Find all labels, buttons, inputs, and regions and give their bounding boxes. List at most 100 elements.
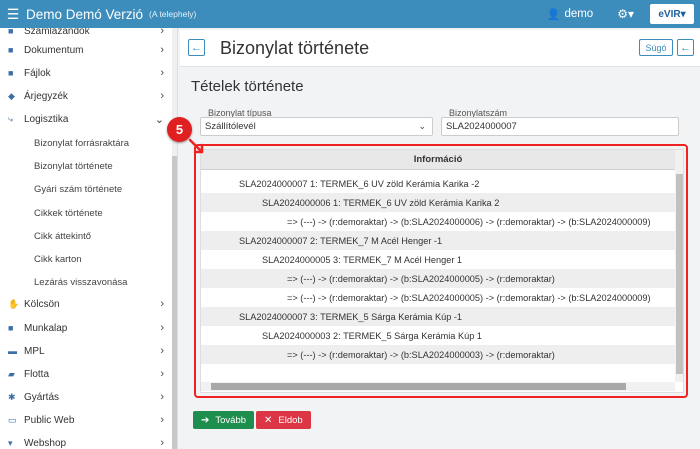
chevron-right-icon: ›: [160, 90, 164, 102]
sidebar-item-label: Dokumentum: [24, 44, 84, 56]
section-title: Tételek története: [191, 78, 304, 95]
table-vertical-scrollbar-thumb[interactable]: [676, 174, 683, 374]
sidebar-subitem-gyari-szam-tortenete[interactable]: Gyári szám története: [34, 184, 122, 195]
app-subtitle: (A telephely): [149, 9, 197, 19]
table-header-info: Információ: [201, 150, 675, 170]
chevron-right-icon: ›: [160, 322, 164, 334]
user-name[interactable]: demo: [564, 8, 593, 20]
table-horizontal-scrollbar-thumb[interactable]: [211, 383, 626, 390]
sidebar-scrollbar-thumb[interactable]: [172, 156, 177, 449]
next-button-label: Tovább: [215, 414, 247, 426]
file-icon: ■: [8, 45, 14, 55]
sidebar-item-label: Gyártás: [24, 391, 60, 403]
sidebar-subitem-cikkek-tortenete[interactable]: Cikkek története: [34, 208, 103, 219]
sidebar-item-flotta[interactable]: ▰ Flotta ›: [0, 363, 170, 385]
sidebar-item-gyartas[interactable]: ✱ Gyártás ›: [0, 386, 170, 408]
sidebar-item-label: Árjegyzék: [24, 90, 68, 102]
chevron-down-icon: ⌄: [418, 121, 426, 131]
file-icon: ■: [8, 323, 14, 333]
sidebar-item-label: MPL: [24, 345, 45, 357]
route-icon: ⤷: [8, 113, 14, 124]
car-icon: ▰: [8, 368, 15, 379]
user-icon[interactable]: 👤: [547, 8, 561, 21]
table-row: => (---) -> (r:demoraktar) -> (b:SLA2024…: [287, 292, 651, 303]
table-row: => (---) -> (r:demoraktar) -> (b:SLA2024…: [201, 269, 675, 288]
sidebar-subitem-bizonylat-forrasraktara[interactable]: Bizonylat forrásraktára: [34, 138, 129, 149]
doc-number-field[interactable]: SLA2024000007: [441, 117, 679, 136]
sidebar-item-label: Logisztika: [24, 113, 69, 125]
settings-gear-icon[interactable]: ⚙▾: [617, 7, 634, 21]
sidebar-item-arjegyzek[interactable]: ◆ Árjegyzék ›: [0, 85, 170, 107]
truck-icon: ▬: [8, 346, 17, 356]
chevron-right-icon: ›: [160, 391, 164, 403]
arrow-left-icon: ←: [191, 41, 202, 54]
sidebar-subitem-bizonylat-tortenete[interactable]: Bizonylat története: [34, 161, 113, 172]
chevron-right-icon: ›: [160, 368, 164, 380]
chevron-down-icon: ⌄: [154, 113, 164, 126]
arrow-left-icon: ←: [680, 41, 691, 54]
top-navbar: ☰ Demo Demó Verzió (A telephely) 👤 demo …: [0, 0, 700, 28]
page-header: ← Bizonylat története Súgó ←: [180, 30, 700, 67]
chevron-right-icon: ›: [160, 345, 164, 357]
cart-icon: ▾: [8, 437, 13, 448]
table-row: SLA2024000005 3: TERMEK_7 M Acél Henger …: [262, 254, 463, 265]
sidebar-item-label: Számlázandók: [24, 28, 90, 37]
arrow-right-icon: ➔: [201, 414, 210, 426]
discard-button-label: Eldob: [278, 414, 303, 426]
cogs-icon: ✱: [8, 391, 16, 402]
history-table: Információ SLA2024000007 1: TERMEK_6 UV …: [200, 149, 684, 393]
sidebar-item-label: Public Web: [24, 414, 75, 426]
sidebar-item-fajlok[interactable]: ■ Fájlok ›: [0, 62, 170, 84]
topbar-right: 👤 demo ⚙▾ eVIR ▾: [547, 0, 700, 28]
sidebar-subitem-lezaras-visszavonasa[interactable]: Lezárás visszavonása: [34, 277, 127, 288]
table-row: => (---) -> (r:demoraktar) -> (b:SLA2024…: [287, 216, 651, 227]
chevron-right-icon: ›: [160, 298, 164, 310]
evir-logo[interactable]: eVIR ▾: [650, 4, 694, 24]
table-row: SLA2024000007 1: TERMEK_6 UV zöld Kerámi…: [239, 178, 480, 189]
sidebar-item-label: Flotta: [24, 368, 50, 380]
app-title: Demo Demó Verzió: [26, 6, 144, 22]
doc-number-value: SLA2024000007: [446, 121, 517, 132]
table-vertical-scrollbar[interactable]: [675, 150, 683, 382]
sidebar-subitem-cikk-karton[interactable]: Cikk karton: [34, 254, 82, 265]
sidebar-item-label: Kölcsön: [24, 298, 60, 310]
table-row: SLA2024000007 3: TERMEK_5 Sárga Kerámia …: [201, 307, 675, 326]
sidebar-item-kolcson[interactable]: ✋ Kölcsön ›: [0, 293, 170, 315]
sidebar-item-label: Munkalap: [24, 322, 68, 334]
back-button-right[interactable]: ←: [677, 39, 694, 56]
handshake-icon: ✋: [8, 298, 20, 309]
doc-type-value: Szállítólevél: [205, 121, 256, 132]
logo-text: eVIR: [658, 8, 681, 20]
sidebar-item-dokumentum[interactable]: ■ Dokumentum ›: [0, 39, 170, 61]
file-icon: ■: [8, 68, 14, 78]
menu-toggle-icon[interactable]: ☰: [2, 6, 24, 23]
table-row: SLA2024000006 1: TERMEK_6 UV zöld Kerámi…: [201, 193, 675, 212]
file-icon: ■: [8, 28, 14, 36]
sidebar-subitem-cikk-attekinto[interactable]: Cikk áttekintő: [34, 231, 91, 242]
help-button[interactable]: Súgó: [639, 39, 673, 56]
doc-type-select[interactable]: Szállítólevél ⌄: [200, 117, 433, 136]
table-row: => (---) -> (r:demoraktar) -> (b:SLA2024…: [201, 345, 675, 364]
chevron-right-icon: ›: [160, 44, 164, 56]
chevron-right-icon: ›: [160, 67, 164, 79]
discard-button[interactable]: ✕ Eldob: [256, 411, 311, 429]
chevron-right-icon: ›: [160, 437, 164, 449]
back-button[interactable]: ←: [188, 39, 205, 56]
sidebar-item-webshop[interactable]: ▾ Webshop ›: [0, 432, 170, 449]
sidebar-item-logisztika[interactable]: ⤷ Logisztika ⌄: [0, 108, 170, 130]
sidebar-item-mpl[interactable]: ▬ MPL ›: [0, 340, 170, 362]
chevron-right-icon: ›: [160, 414, 164, 426]
annotation-arrow-icon: [188, 138, 204, 154]
sidebar: ■ Számlázandók › ■ Dokumentum › ■ Fájlok › ◆ Ár…: [0, 28, 178, 449]
page-title: Bizonylat története: [220, 38, 370, 58]
sidebar-item-label: Fájlok: [24, 67, 51, 79]
chevron-right-icon: ›: [160, 28, 164, 37]
sidebar-scrollbar[interactable]: [172, 28, 177, 449]
globe-icon: ▭: [8, 414, 17, 425]
sidebar-item-public-web[interactable]: ▭ Public Web ›: [0, 409, 170, 431]
table-horizontal-scrollbar[interactable]: [201, 382, 675, 391]
tag-icon: ◆: [8, 90, 15, 101]
table-row: SLA2024000003 2: TERMEK_5 Sárga Kerámia …: [262, 330, 482, 341]
sidebar-item-munkalap[interactable]: ■ Munkalap ›: [0, 317, 170, 339]
next-button[interactable]: ➔ Tovább: [193, 411, 255, 429]
